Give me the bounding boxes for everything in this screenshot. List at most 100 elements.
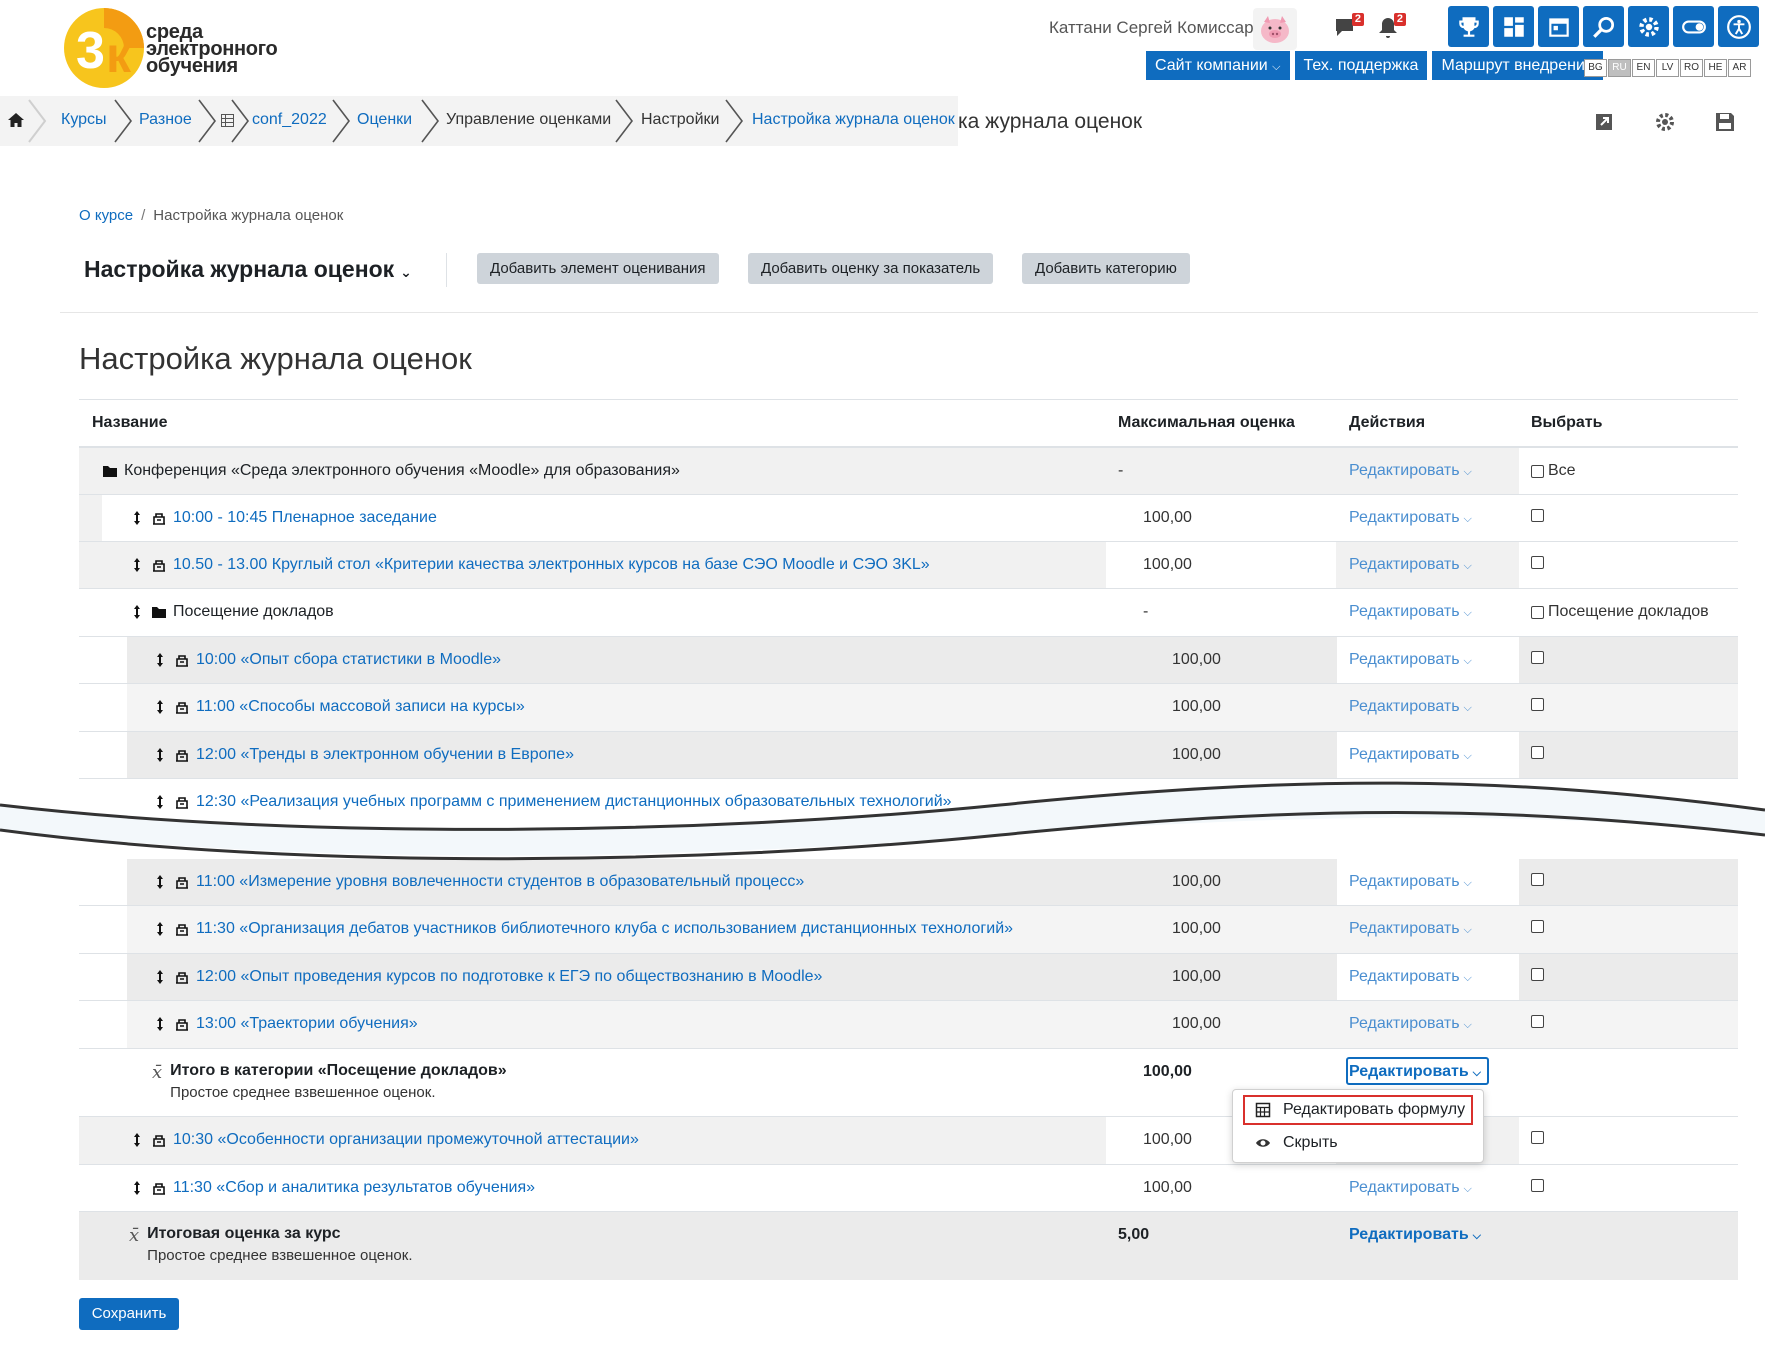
lang-ru[interactable]: RU bbox=[1608, 59, 1631, 77]
edit-menu-button[interactable]: Редактировать ⌵ bbox=[1349, 968, 1472, 986]
drag-move-icon[interactable] bbox=[152, 652, 168, 668]
breadcrumb-grade-admin[interactable]: Управление оценками bbox=[446, 111, 611, 129]
category-total-description: Простое среднее взвешенное оценок. bbox=[170, 1084, 436, 1101]
grade-item-link[interactable]: 10:00 - 10:45 Пленарное заседание bbox=[173, 509, 437, 527]
messages-button[interactable]: 2 bbox=[1334, 13, 1364, 44]
add-outcome-button[interactable]: Добавить оценку за показатель bbox=[748, 253, 994, 284]
page-title: Настройка журнала оценок bbox=[79, 341, 472, 376]
breadcrumb-misc[interactable]: Разное bbox=[139, 111, 192, 129]
select-checkbox[interactable] bbox=[1531, 746, 1544, 759]
user-avatar[interactable] bbox=[1253, 8, 1297, 50]
grade-item-link[interactable]: 10:30 «Особенности организации промежуто… bbox=[173, 1131, 639, 1149]
attendance-icon bbox=[153, 1135, 165, 1147]
attendance-icon bbox=[176, 750, 188, 762]
external-link-icon[interactable] bbox=[1592, 110, 1616, 134]
drag-move-icon[interactable] bbox=[152, 747, 168, 763]
edit-menu-button[interactable]: Редактировать ⌵ bbox=[1349, 1226, 1481, 1244]
breadcrumb-course[interactable]: conf_2022 bbox=[252, 111, 327, 129]
lang-ro[interactable]: RO bbox=[1680, 59, 1703, 77]
gradebook-setup-table: Название Максимальная оценка Действия Вы… bbox=[79, 399, 1738, 1280]
select-checkbox[interactable] bbox=[1531, 556, 1544, 569]
lang-bg[interactable]: BG bbox=[1584, 59, 1607, 77]
tech-support-link[interactable]: Тех. поддержка bbox=[1294, 51, 1428, 80]
lang-he[interactable]: HE bbox=[1704, 59, 1727, 77]
edit-menu-button[interactable]: Редактировать ⌵ bbox=[1349, 1179, 1472, 1197]
hide-menu-item[interactable]: Скрыть bbox=[1243, 1128, 1338, 1158]
edit-menu-button[interactable]: Редактировать ⌵ bbox=[1349, 873, 1472, 891]
breadcrumb: Курсы Разное conf_2022 Оценки Управление… bbox=[0, 96, 958, 146]
edit-menu-button[interactable]: Редактировать ⌵ bbox=[1349, 556, 1472, 574]
drag-move-icon[interactable] bbox=[152, 699, 168, 715]
chevron-down-icon: ⌵ bbox=[1463, 750, 1472, 762]
select-checkbox[interactable] bbox=[1531, 651, 1544, 664]
edit-menu-button[interactable]: Редактировать ⌵ bbox=[1349, 651, 1472, 669]
accessibility-button[interactable] bbox=[1718, 6, 1759, 47]
settings-button[interactable] bbox=[1628, 6, 1669, 47]
breadcrumb-grades[interactable]: Оценки bbox=[357, 111, 412, 129]
grade-item-link[interactable]: 11:00 «Измерение уровня вовлеченности ст… bbox=[196, 873, 804, 891]
save-disk-icon[interactable] bbox=[1713, 110, 1737, 134]
edit-menu-button[interactable]: Редактировать ⌵ bbox=[1349, 698, 1472, 716]
grade-item-link[interactable]: 11:30 «Организация дебатов участников би… bbox=[196, 920, 1013, 938]
tertiary-nav-select[interactable]: Настройка журнала оценок ⌄ bbox=[84, 256, 412, 283]
select-all-checkbox[interactable]: Все bbox=[1531, 462, 1576, 480]
drag-move-icon[interactable] bbox=[129, 604, 145, 620]
select-checkbox[interactable] bbox=[1531, 1179, 1544, 1192]
drag-move-icon[interactable] bbox=[129, 557, 145, 573]
grade-item-link[interactable]: 12:00 «Опыт проведения курсов по подгото… bbox=[196, 968, 822, 986]
add-grade-item-button[interactable]: Добавить элемент оценивания bbox=[477, 253, 719, 284]
notifications-button[interactable]: 2 bbox=[1376, 13, 1406, 44]
select-checkbox[interactable] bbox=[1531, 873, 1544, 886]
edit-menu-button[interactable]: Редактировать ⌵ bbox=[1349, 746, 1472, 764]
select-checkbox[interactable] bbox=[1531, 968, 1544, 981]
add-category-button[interactable]: Добавить категорию bbox=[1022, 253, 1190, 284]
implementation-route-link[interactable]: Маршрут внедрения bbox=[1432, 51, 1603, 80]
select-checkbox[interactable] bbox=[1531, 698, 1544, 711]
grade-item-link[interactable]: 10:00 «Опыт сбора статистики в Moodle» bbox=[196, 651, 501, 669]
edit-formula-menu-item[interactable]: Редактировать формулу bbox=[1243, 1095, 1473, 1125]
breadcrumb-current[interactable]: Настройка журнала оценок bbox=[752, 111, 955, 129]
edit-menu-button[interactable]: Редактировать ⌵ bbox=[1349, 1015, 1472, 1033]
select-category-checkbox[interactable]: Посещение докладов bbox=[1531, 603, 1709, 621]
drag-move-icon[interactable] bbox=[152, 1016, 168, 1032]
gear-icon[interactable] bbox=[1653, 110, 1677, 134]
grade-item-link[interactable]: 10.50 - 13.00 Круглый стол «Критерии кач… bbox=[173, 556, 930, 574]
breadcrumb-courses[interactable]: Курсы bbox=[61, 111, 107, 129]
edit-menu-button[interactable]: Редактировать ⌵ bbox=[1349, 462, 1472, 480]
edit-menu-button[interactable]: Редактировать ⌵ bbox=[1349, 603, 1472, 621]
chevron-down-icon: ⌵ bbox=[1463, 924, 1472, 936]
select-checkbox[interactable] bbox=[1531, 509, 1544, 522]
drag-move-icon[interactable] bbox=[129, 510, 145, 526]
edit-menu-button[interactable]: Редактировать ⌵ bbox=[1349, 920, 1472, 938]
lang-lv[interactable]: LV bbox=[1656, 59, 1679, 77]
select-checkbox[interactable] bbox=[1531, 1131, 1544, 1144]
grade-item-link[interactable]: 13:00 «Траектории обучения» bbox=[196, 1015, 418, 1033]
drag-move-icon[interactable] bbox=[129, 1180, 145, 1196]
breadcrumb-settings[interactable]: Настройки bbox=[641, 111, 719, 129]
dashboard-button[interactable] bbox=[1493, 6, 1534, 47]
lang-en[interactable]: EN bbox=[1632, 59, 1655, 77]
about-course-link[interactable]: О курсе bbox=[79, 207, 133, 224]
select-checkbox[interactable] bbox=[1531, 920, 1544, 933]
drag-move-icon[interactable] bbox=[152, 874, 168, 890]
drag-move-icon[interactable] bbox=[152, 969, 168, 985]
search-button[interactable] bbox=[1583, 6, 1624, 47]
home-icon[interactable] bbox=[6, 110, 26, 130]
theme-toggle-button[interactable] bbox=[1673, 6, 1714, 47]
site-logo[interactable]: 3 к среда электронного обучения bbox=[62, 6, 302, 90]
calendar-button[interactable] bbox=[1538, 6, 1579, 47]
grade-item-link[interactable]: 11:00 «Способы массовой записи на курсы» bbox=[196, 698, 525, 716]
grade-item-link[interactable]: 12:00 «Тренды в электронном обучении в Е… bbox=[196, 746, 574, 764]
drag-move-icon[interactable] bbox=[129, 1132, 145, 1148]
company-site-dropdown[interactable]: Сайт компании ⌵ bbox=[1146, 51, 1290, 80]
edit-menu-button[interactable]: Редактировать ⌵ bbox=[1349, 509, 1472, 527]
drag-move-icon[interactable] bbox=[152, 921, 168, 937]
grade-item-link[interactable]: 11:30 «Сбор и аналитика результатов обуч… bbox=[173, 1179, 535, 1197]
select-checkbox[interactable] bbox=[1531, 1015, 1544, 1028]
chevron-down-icon: ⌵ bbox=[1463, 607, 1472, 619]
folder-icon bbox=[152, 607, 166, 618]
save-button[interactable]: Сохранить bbox=[79, 1298, 179, 1330]
lang-ar[interactable]: AR bbox=[1728, 59, 1751, 77]
trophy-button[interactable] bbox=[1448, 6, 1489, 47]
table-row: 11:30 «Сбор и аналитика результатов обуч… bbox=[79, 1165, 1738, 1212]
